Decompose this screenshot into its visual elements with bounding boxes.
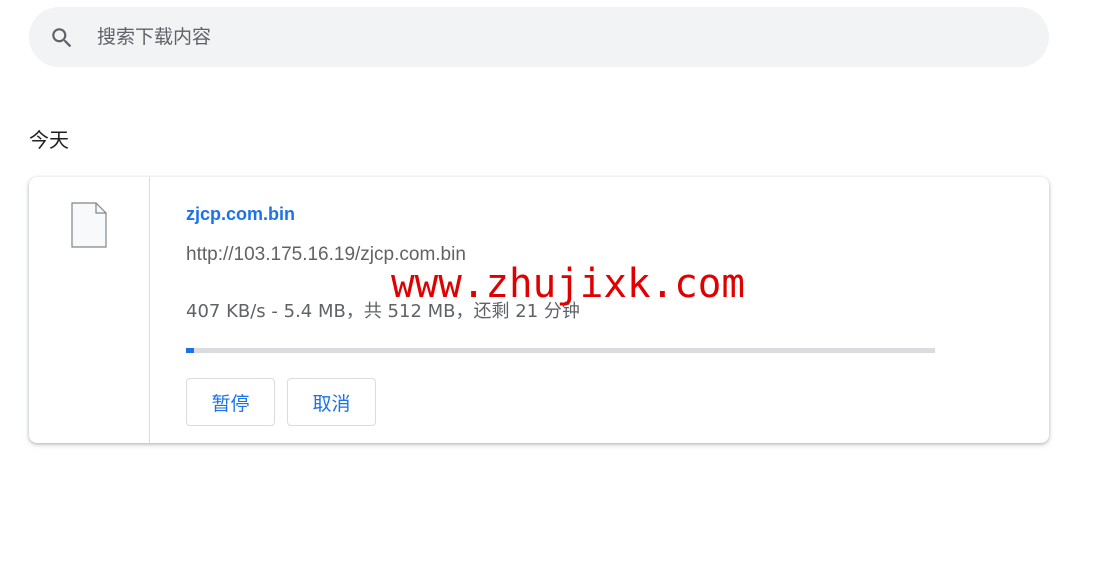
search-input[interactable] xyxy=(97,7,997,67)
progress-bar xyxy=(186,348,935,353)
download-details: zjcp.com.bin http://103.175.16.19/zjcp.c… xyxy=(186,177,1049,443)
search-icon xyxy=(52,28,72,48)
file-name-link[interactable]: zjcp.com.bin xyxy=(186,204,295,225)
search-bar[interactable] xyxy=(29,7,1049,67)
watermark-text: www.zhujixk.com xyxy=(391,261,746,307)
pause-button[interactable]: 暂停 xyxy=(186,378,275,426)
cancel-button[interactable]: 取消 xyxy=(287,378,376,426)
file-icon-column xyxy=(29,177,150,443)
download-card: zjcp.com.bin http://103.175.16.19/zjcp.c… xyxy=(29,177,1049,443)
progress-bar-fill xyxy=(186,348,194,353)
file-icon[interactable] xyxy=(71,202,107,248)
section-title-today: 今天 xyxy=(29,128,69,152)
